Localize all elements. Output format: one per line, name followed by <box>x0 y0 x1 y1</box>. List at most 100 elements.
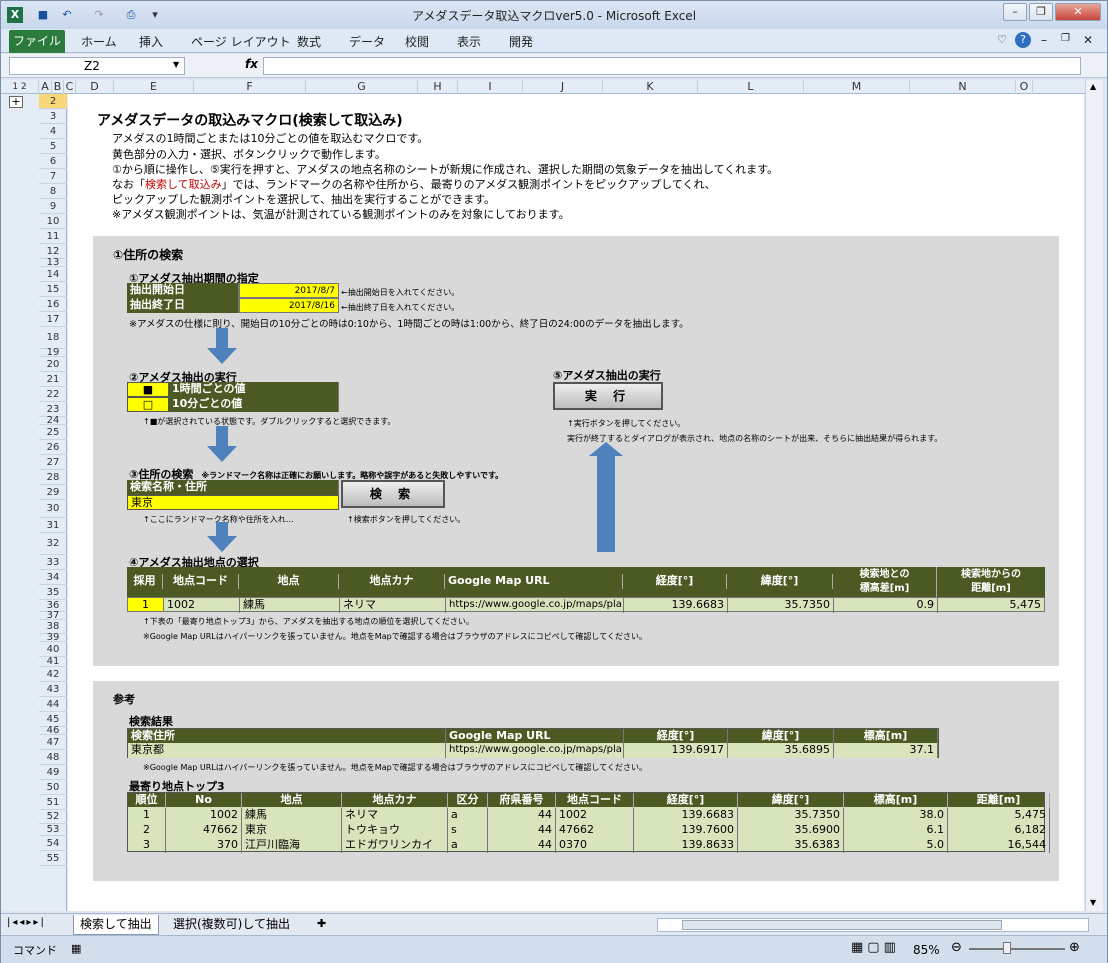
tab-insert[interactable]: 挿入 <box>139 33 163 50</box>
row-header[interactable]: 18 <box>39 327 67 349</box>
row-header[interactable]: 24 <box>39 416 67 426</box>
column-header-c[interactable]: C <box>64 80 76 94</box>
row-header[interactable]: 47 <box>39 735 67 750</box>
column-header-j[interactable]: J <box>523 80 603 94</box>
row-header[interactable]: 34 <box>39 570 67 585</box>
row-header[interactable]: 50 <box>39 780 67 795</box>
adopt-rank-input[interactable]: 1 <box>128 598 164 611</box>
row-header[interactable]: 22 <box>39 387 67 402</box>
workbook-close-icon[interactable]: ✕ <box>1083 33 1093 47</box>
row-header[interactable]: 35 <box>39 585 67 600</box>
row-header[interactable]: 32 <box>39 533 67 555</box>
row-header[interactable]: 39 <box>39 633 67 643</box>
row-header[interactable]: 16 <box>39 297 67 312</box>
run-button[interactable]: 実 行 <box>553 382 663 410</box>
row-header[interactable]: 3 <box>39 109 67 124</box>
column-header-n[interactable]: N <box>910 80 1016 94</box>
column-header-m[interactable]: M <box>804 80 910 94</box>
row-header[interactable]: 40 <box>39 642 67 657</box>
scroll-up-icon[interactable]: ▲ <box>1090 82 1096 91</box>
column-header-f[interactable]: F <box>194 80 306 94</box>
tab-search-extract[interactable]: 検索して抽出 <box>73 915 159 935</box>
tab-formulas[interactable]: 数式 <box>297 33 321 50</box>
macro-record-icon[interactable]: ▦ <box>71 942 81 955</box>
tab-view[interactable]: 表示 <box>457 33 481 50</box>
workbook-minimize-icon[interactable]: – <box>1041 33 1047 47</box>
row-header[interactable]: 43 <box>39 682 67 697</box>
column-header-h[interactable]: H <box>418 80 458 94</box>
name-box[interactable]: Z2 <box>9 57 185 75</box>
tab-home[interactable]: ホーム <box>81 33 117 50</box>
zoom-level[interactable]: 85% <box>913 943 940 957</box>
scroll-down-icon[interactable]: ▼ <box>1090 898 1096 907</box>
column-header-b[interactable]: B <box>52 80 64 94</box>
column-header-i[interactable]: I <box>458 80 523 94</box>
row-header[interactable]: 54 <box>39 836 67 851</box>
row-header[interactable]: 11 <box>39 229 67 244</box>
sheet-nav-arrows-icon[interactable]: |◂◂▸▸| <box>7 917 46 928</box>
view-mode-icons[interactable]: ▦▢▥ <box>851 940 900 955</box>
row-header[interactable]: 10 <box>39 214 67 229</box>
row-header[interactable]: 46 <box>39 726 67 736</box>
vertical-scrollbar[interactable]: ▲ ▼ <box>1085 80 1103 911</box>
close-button[interactable]: ✕ <box>1055 3 1101 21</box>
tab-developer[interactable]: 開発 <box>509 33 533 50</box>
zoom-slider-thumb[interactable] <box>1003 942 1011 954</box>
column-header-o[interactable]: O <box>1016 80 1033 94</box>
row-header[interactable]: 55 <box>39 851 67 866</box>
row-header[interactable]: 26 <box>39 440 67 455</box>
option-1hour-checkbox[interactable]: ■ <box>127 382 169 397</box>
row-header[interactable]: 28 <box>39 470 67 485</box>
tab-data[interactable]: データ <box>349 33 385 50</box>
insert-function-icon[interactable]: fx <box>245 57 258 71</box>
formula-input[interactable] <box>263 57 1081 75</box>
row-header[interactable]: 25 <box>39 425 67 440</box>
row-header[interactable]: 44 <box>39 697 67 712</box>
column-header-a[interactable]: A <box>39 80 52 94</box>
tab-file[interactable]: ファイル <box>9 30 65 53</box>
help-icon[interactable]: ? <box>1015 32 1031 48</box>
row-header[interactable]: 21 <box>39 372 67 387</box>
row-header[interactable]: 51 <box>39 795 67 810</box>
scroll-thumb[interactable] <box>682 920 1002 930</box>
row-header[interactable]: 17 <box>39 312 67 327</box>
row-header[interactable]: 29 <box>39 485 67 500</box>
workbook-restore-icon[interactable]: ❐ <box>1061 33 1070 44</box>
row-header[interactable]: 13 <box>39 258 67 268</box>
row-header[interactable]: 19 <box>39 348 67 358</box>
outline-level-buttons[interactable]: 1 2 <box>1 80 39 94</box>
row-header[interactable]: 48 <box>39 750 67 765</box>
row-header[interactable]: 5 <box>39 139 67 154</box>
row-header[interactable]: 9 <box>39 199 67 214</box>
row-header[interactable]: 42 <box>39 667 67 682</box>
row-header[interactable]: 27 <box>39 455 67 470</box>
row-header[interactable]: 37 <box>39 611 67 621</box>
search-button[interactable]: 検 索 <box>341 480 445 508</box>
worksheet-grid[interactable]: アメダスデータの取込みマクロ(検索して取込み) アメダスの1時間ごとまたは10分… <box>68 94 1084 911</box>
tab-review[interactable]: 校閲 <box>405 33 429 50</box>
minimize-button[interactable]: – <box>1003 3 1027 21</box>
zoom-out-icon[interactable]: ⊖ <box>951 940 962 955</box>
row-header[interactable]: 2 <box>39 94 67 109</box>
search-address-input[interactable]: 東京 <box>127 495 339 510</box>
row-header[interactable]: 49 <box>39 765 67 780</box>
row-header[interactable]: 53 <box>39 824 67 836</box>
name-box-dropdown-icon[interactable]: ▼ <box>173 60 179 69</box>
option-10min-checkbox[interactable]: □ <box>127 397 169 412</box>
column-header-g[interactable]: G <box>306 80 418 94</box>
row-header[interactable]: 6 <box>39 154 67 169</box>
column-header-e[interactable]: E <box>114 80 194 94</box>
row-header[interactable]: 4 <box>39 124 67 139</box>
ribbon-collapse-icon[interactable]: ♡ <box>997 33 1007 46</box>
tab-page-layout[interactable]: ページ レイアウト <box>191 33 291 50</box>
row-header[interactable]: 8 <box>39 184 67 199</box>
row-header[interactable]: 52 <box>39 810 67 824</box>
row-header[interactable]: 14 <box>39 267 67 282</box>
row-header[interactable]: 15 <box>39 282 67 297</box>
horizontal-scrollbar[interactable] <box>657 918 1089 932</box>
column-header-d[interactable]: D <box>76 80 114 94</box>
row-header[interactable]: 33 <box>39 555 67 570</box>
start-date-input[interactable]: 2017/8/7 <box>239 283 339 298</box>
row-header[interactable]: 7 <box>39 169 67 184</box>
end-date-input[interactable]: 2017/8/16 <box>239 298 339 313</box>
